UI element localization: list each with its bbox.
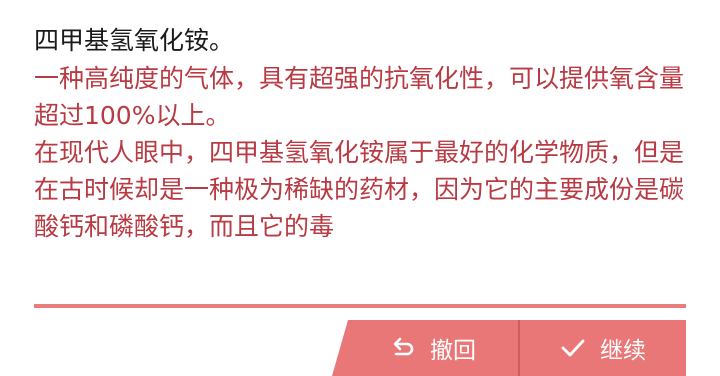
paragraph-1: 一种高纯度的气体，具有超强的抗氧化性，可以提供氧含量超过100%以上。: [34, 64, 685, 130]
undo-arrow-icon: [390, 335, 416, 361]
generated-text-area: 四甲基氢氧化铵。 一种高纯度的气体，具有超强的抗氧化性，可以提供氧含量超过100…: [34, 22, 694, 245]
generated-text-body: 一种高纯度的气体，具有超强的抗氧化性，可以提供氧含量超过100%以上。 在现代人…: [34, 60, 694, 245]
checkmark-icon: [560, 335, 586, 361]
continue-label: 继续: [600, 338, 646, 364]
action-bar-edge: [332, 320, 348, 376]
undo-label: 撤回: [430, 338, 476, 364]
text-title: 四甲基氢氧化铵。: [34, 26, 235, 55]
undo-button[interactable]: 撤回: [348, 320, 520, 376]
paragraph-2: 在现代人眼中，四甲基氢氧化铵属于最好的化学物质，但是在古时候却是一种极为稀缺的药…: [34, 138, 685, 241]
continue-button[interactable]: 继续: [520, 320, 686, 376]
divider: [34, 304, 686, 308]
action-bar: 撤回 继续: [332, 320, 686, 376]
